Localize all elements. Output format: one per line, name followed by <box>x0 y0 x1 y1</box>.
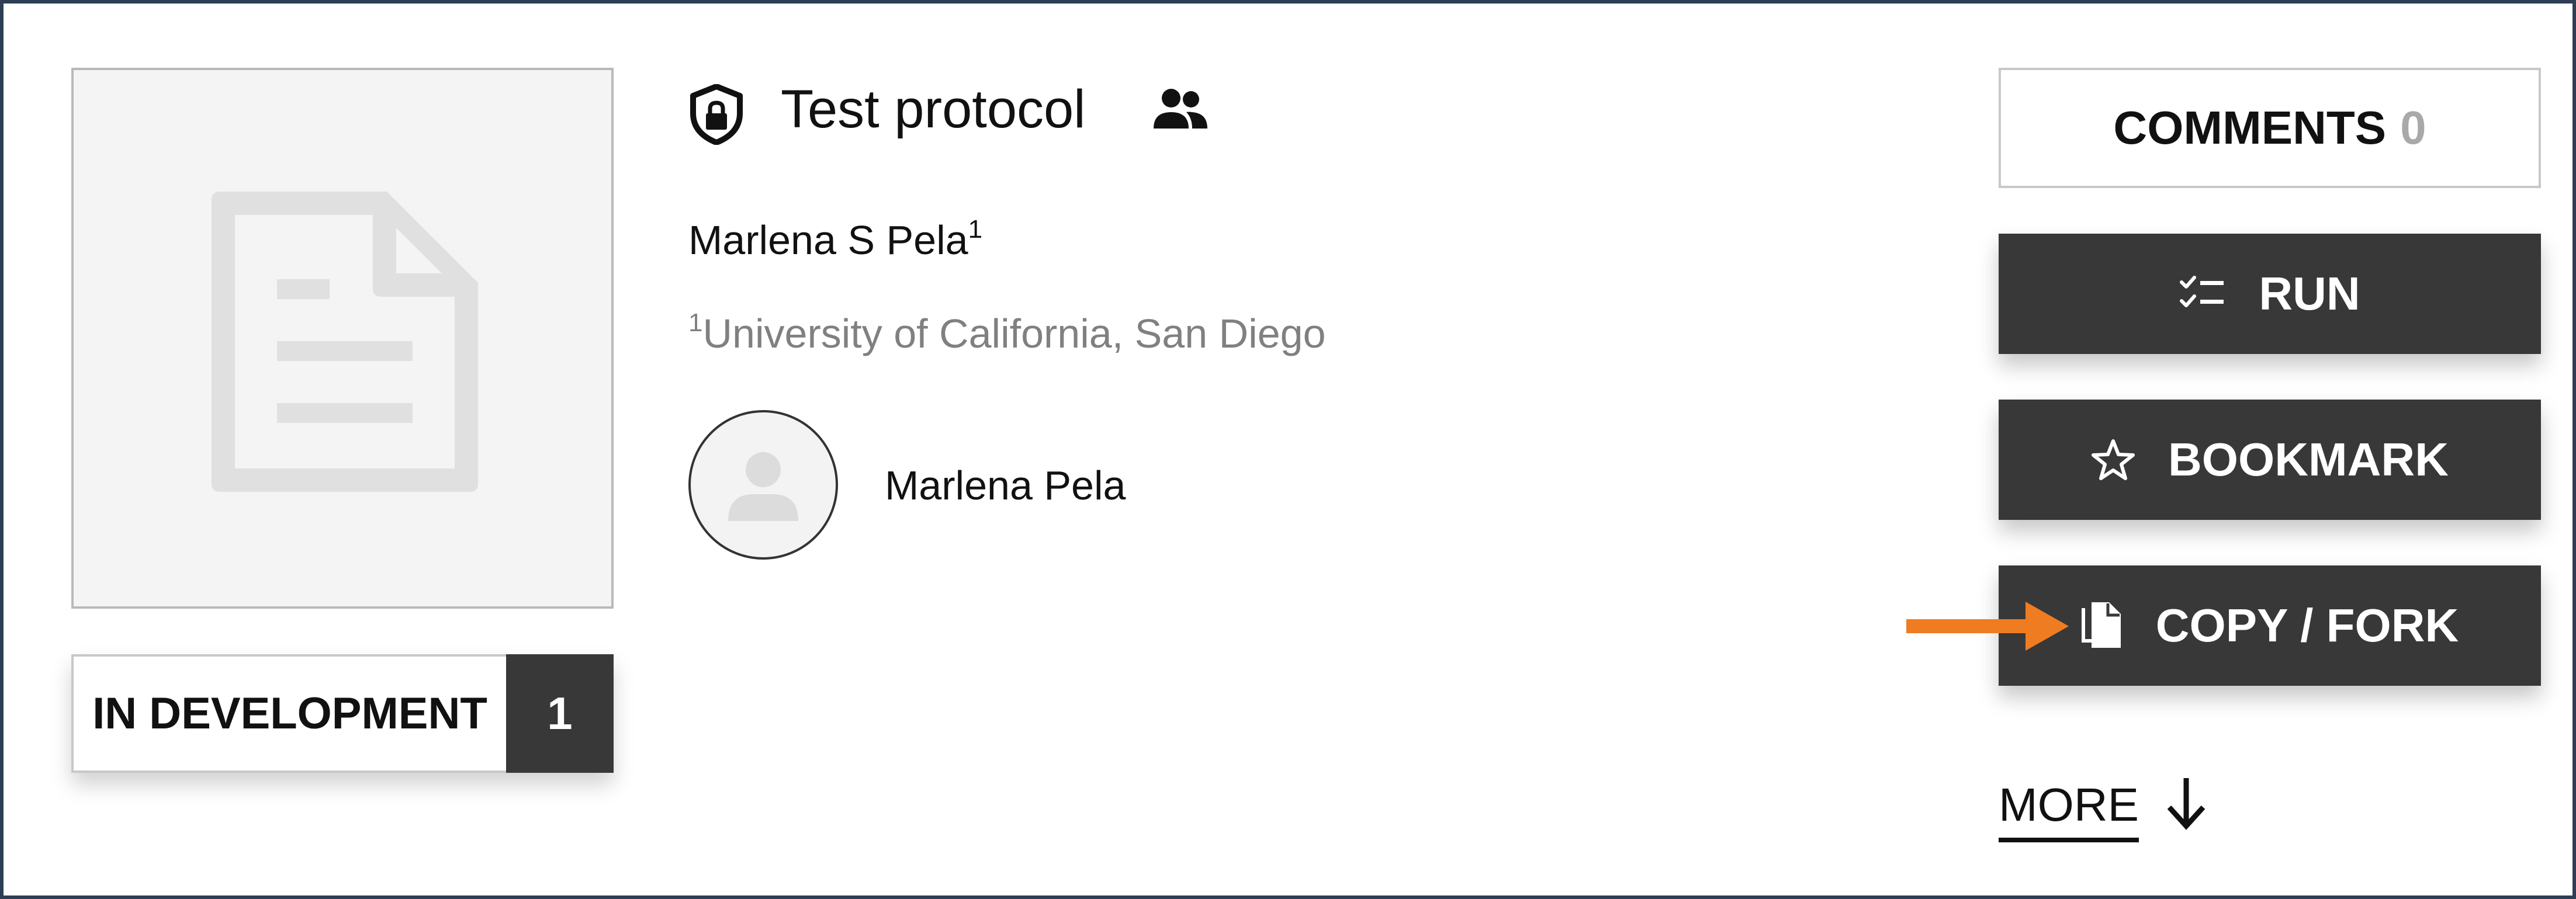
run-button[interactable]: RUN <box>1999 234 2541 354</box>
more-link[interactable]: MORE <box>1999 776 2139 842</box>
comments-count: 0 <box>2400 102 2426 154</box>
checklist-icon <box>2179 275 2226 313</box>
shield-lock-icon <box>688 84 745 148</box>
author-name[interactable]: Marlena S Pela <box>688 217 968 263</box>
protocol-card: IN DEVELOPMENT 1 Test protocol Marlena S… <box>0 0 2576 899</box>
more-label: MORE <box>1999 776 2139 842</box>
affiliation-line: 1University of California, San Diego <box>688 307 1326 366</box>
orange-arrow-icon <box>1906 602 2070 654</box>
owner-name[interactable]: Marlena Pela <box>885 459 1126 512</box>
copy-fork-label: COPY / FORK <box>2155 599 2459 651</box>
affiliation-superscript: 1 <box>688 308 703 337</box>
protocol-title[interactable]: Test protocol <box>781 77 1086 141</box>
star-icon <box>2091 439 2135 481</box>
comments-button[interactable]: COMMENTS 0 <box>1999 68 2541 188</box>
status-count: 1 <box>506 654 614 773</box>
author-superscript: 1 <box>968 215 983 244</box>
comments-label: COMMENTS <box>2113 102 2387 154</box>
document-icon <box>212 192 478 492</box>
people-icon <box>1152 88 1209 133</box>
bookmark-label: BOOKMARK <box>2168 433 2449 485</box>
arrow-down-icon[interactable] <box>2166 775 2207 834</box>
copy-icon <box>2081 602 2123 649</box>
avatar[interactable] <box>688 410 838 560</box>
user-placeholder-icon <box>728 452 798 521</box>
protocol-thumbnail <box>71 68 614 609</box>
copy-fork-button[interactable]: COPY / FORK <box>1999 565 2541 686</box>
status-badge[interactable]: IN DEVELOPMENT 1 <box>71 654 614 773</box>
status-label: IN DEVELOPMENT <box>71 654 506 773</box>
affiliation-name: University of California, San Diego <box>702 311 1326 356</box>
run-label: RUN <box>2259 268 2360 320</box>
bookmark-button[interactable]: BOOKMARK <box>1999 400 2541 520</box>
author-line[interactable]: Marlena S Pela1 <box>688 214 982 272</box>
